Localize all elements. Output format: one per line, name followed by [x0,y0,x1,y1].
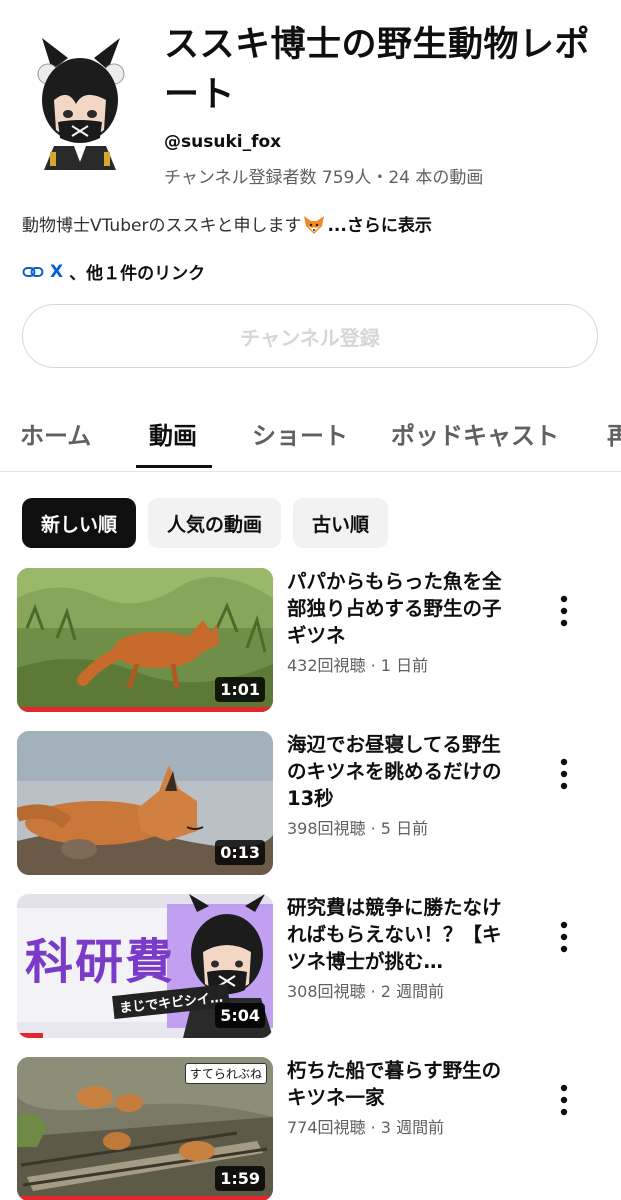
video-duration: 0:13 [215,840,265,865]
chip-newest[interactable]: 新しい順 [22,498,137,548]
link-more-text[interactable]: 、他１件のリンク [69,259,205,284]
video-title[interactable]: 朽ちた船で暮らす野生のキツネ一家 [287,1057,519,1111]
description-text: 動物博士VTuberのススキと申します [22,216,302,236]
fox-emoji-icon [304,216,325,234]
channel-links[interactable]: X 、他１件のリンク [22,259,205,284]
tab-home[interactable]: ホーム [20,416,91,451]
channel-title: ススキ博士の野生動物レポート [164,25,591,115]
tab-shorts[interactable]: ショート [252,416,348,451]
active-tab-indicator [136,465,212,468]
video-title[interactable]: 研究費は競争に勝たなければもらえない！？【キツネ博士が挑む… [287,894,519,975]
link-x[interactable]: X [50,262,63,282]
video-title[interactable]: 海辺でお昼寝してる野生のキツネを眺めるだけの13秒 [287,731,519,812]
watch-progress [17,707,273,712]
tab-playlists[interactable]: 再 [607,416,621,451]
more-vert-icon[interactable] [557,920,571,954]
thumbnail-text: 科研費 [25,934,176,990]
show-more-link[interactable]: ...さらに表示 [327,216,431,236]
channel-tabs: ホーム 動画 ショート ポッドキャスト 再 [0,402,621,472]
watch-progress [17,1196,273,1200]
video-item[interactable]: 科研費 まじでキビシイ… 5:04 研究費は競争に勝たなければもらえない！？【キ… [17,894,621,1038]
video-title[interactable]: パパからもらった魚を全部独り占めする野生の子ギツネ [287,568,519,649]
video-meta: 398回視聴 · 5 日前 [287,819,429,838]
channel-stats: チャンネル登録者数 759人・24 本の動画 [164,168,484,188]
tab-videos[interactable]: 動画 [149,416,197,451]
more-vert-icon[interactable] [557,594,571,628]
more-vert-icon[interactable] [557,1083,571,1117]
watch-progress [17,1033,43,1038]
tab-podcasts[interactable]: ポッドキャスト [391,416,559,451]
video-thumbnail[interactable]: すてられぶね 1:59 [17,1057,273,1200]
video-thumbnail[interactable]: 1:01 [17,568,273,712]
video-item[interactable]: 1:01 パパからもらった魚を全部独り占めする野生の子ギツネ 432回視聴 · … [17,568,621,712]
video-meta: 308回視聴 · 2 週間前 [287,982,445,1001]
channel-description[interactable]: 動物博士VTuberのススキと申します ...さらに表示 [22,211,432,236]
video-thumbnail[interactable]: 0:13 [17,731,273,875]
video-duration: 1:01 [215,677,265,702]
chip-oldest[interactable]: 古い順 [293,498,389,548]
channel-avatar[interactable] [24,30,136,170]
video-duration: 5:04 [215,1003,265,1028]
video-item[interactable]: 0:13 海辺でお昼寝してる野生のキツネを眺めるだけの13秒 398回視聴 · … [17,731,621,875]
video-meta: 432回視聴 · 1 日前 [287,656,429,675]
video-duration: 1:59 [215,1166,265,1191]
video-item[interactable]: すてられぶね 1:59 朽ちた船で暮らす野生のキツネ一家 774回視聴 · 3 … [17,1057,621,1200]
channel-handle: @susuki_fox [164,132,282,152]
chip-popular[interactable]: 人気の動画 [148,498,282,548]
more-vert-icon[interactable] [557,757,571,791]
thumbnail-badge: すてられぶね [184,1063,267,1084]
subscribe-button[interactable]: チャンネル登録 [22,304,598,368]
video-meta: 774回視聴 · 3 週間前 [287,1118,445,1137]
video-thumbnail[interactable]: 科研費 まじでキビシイ… 5:04 [17,894,273,1038]
link-icon [22,266,44,277]
sort-chips: 新しい順 人気の動画 古い順 [22,498,389,548]
channel-header: ススキ博士の野生動物レポート @susuki_fox チャンネル登録者数 759… [0,0,621,200]
